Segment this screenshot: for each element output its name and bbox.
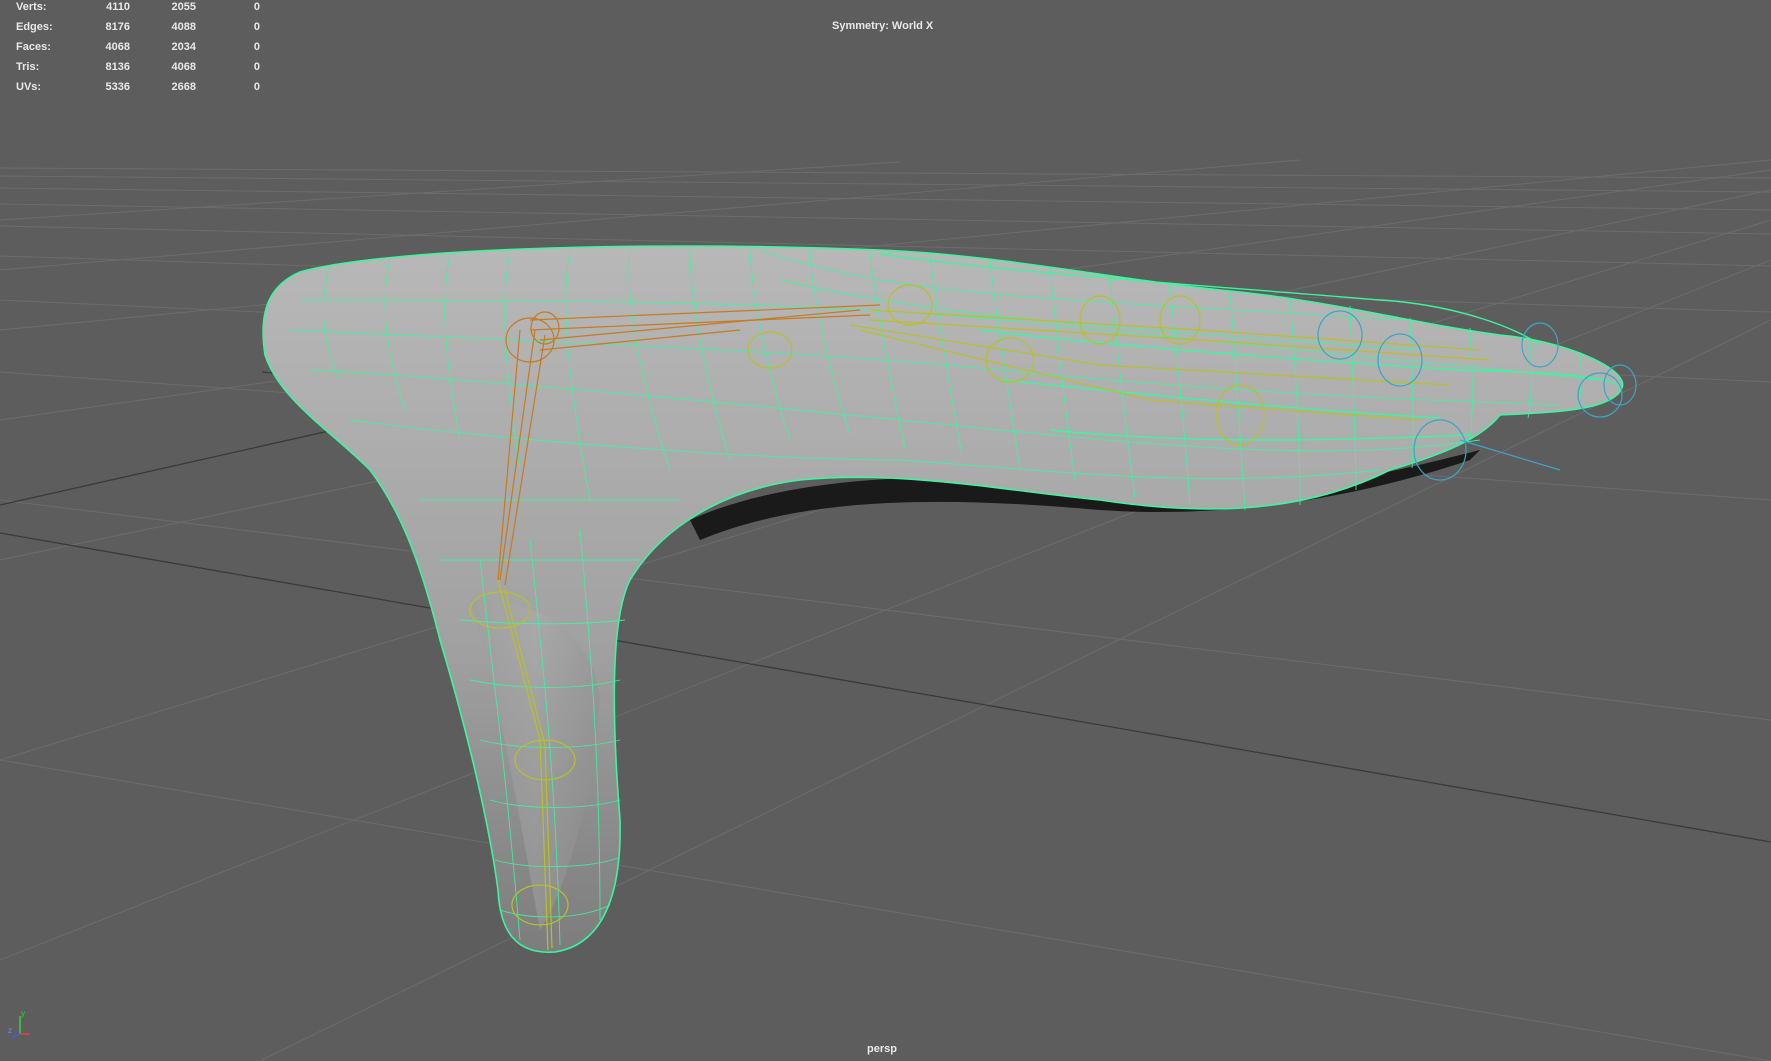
hud-value: 0 <box>253 61 260 73</box>
gizmo-y-label: y <box>21 1009 25 1018</box>
hud-value: 2055 <box>171 1 196 13</box>
camera-name-label: persp <box>867 1043 897 1055</box>
hud-value: 0 <box>253 41 260 53</box>
hud-value: 8136 <box>105 61 130 73</box>
hud-value: 2668 <box>171 81 196 93</box>
axis-gizmo-icon: y z <box>8 1009 30 1038</box>
hud-value: 8176 <box>105 21 130 33</box>
hud-value: 4068 <box>105 41 130 53</box>
scene-canvas[interactable] <box>0 0 1771 1061</box>
hud-value: 0 <box>253 21 260 33</box>
gizmo-z-label: z <box>8 1026 12 1035</box>
hud-value: 4110 <box>106 1 130 13</box>
symmetry-indicator: Symmetry: World X <box>832 20 934 32</box>
hand-mesh <box>262 245 1624 953</box>
hud-value: 0 <box>253 1 260 13</box>
viewport-persp[interactable]: Verts: 4110 2055 0 Edges: 8176 4088 0 Fa… <box>0 0 1771 1061</box>
hud-value: 4068 <box>171 61 196 73</box>
hud-value: 4088 <box>171 21 196 33</box>
hud-value: 5336 <box>105 81 130 93</box>
hud-value: 2034 <box>171 41 196 53</box>
hand-body <box>262 245 1624 953</box>
hud-value: 0 <box>253 81 260 93</box>
